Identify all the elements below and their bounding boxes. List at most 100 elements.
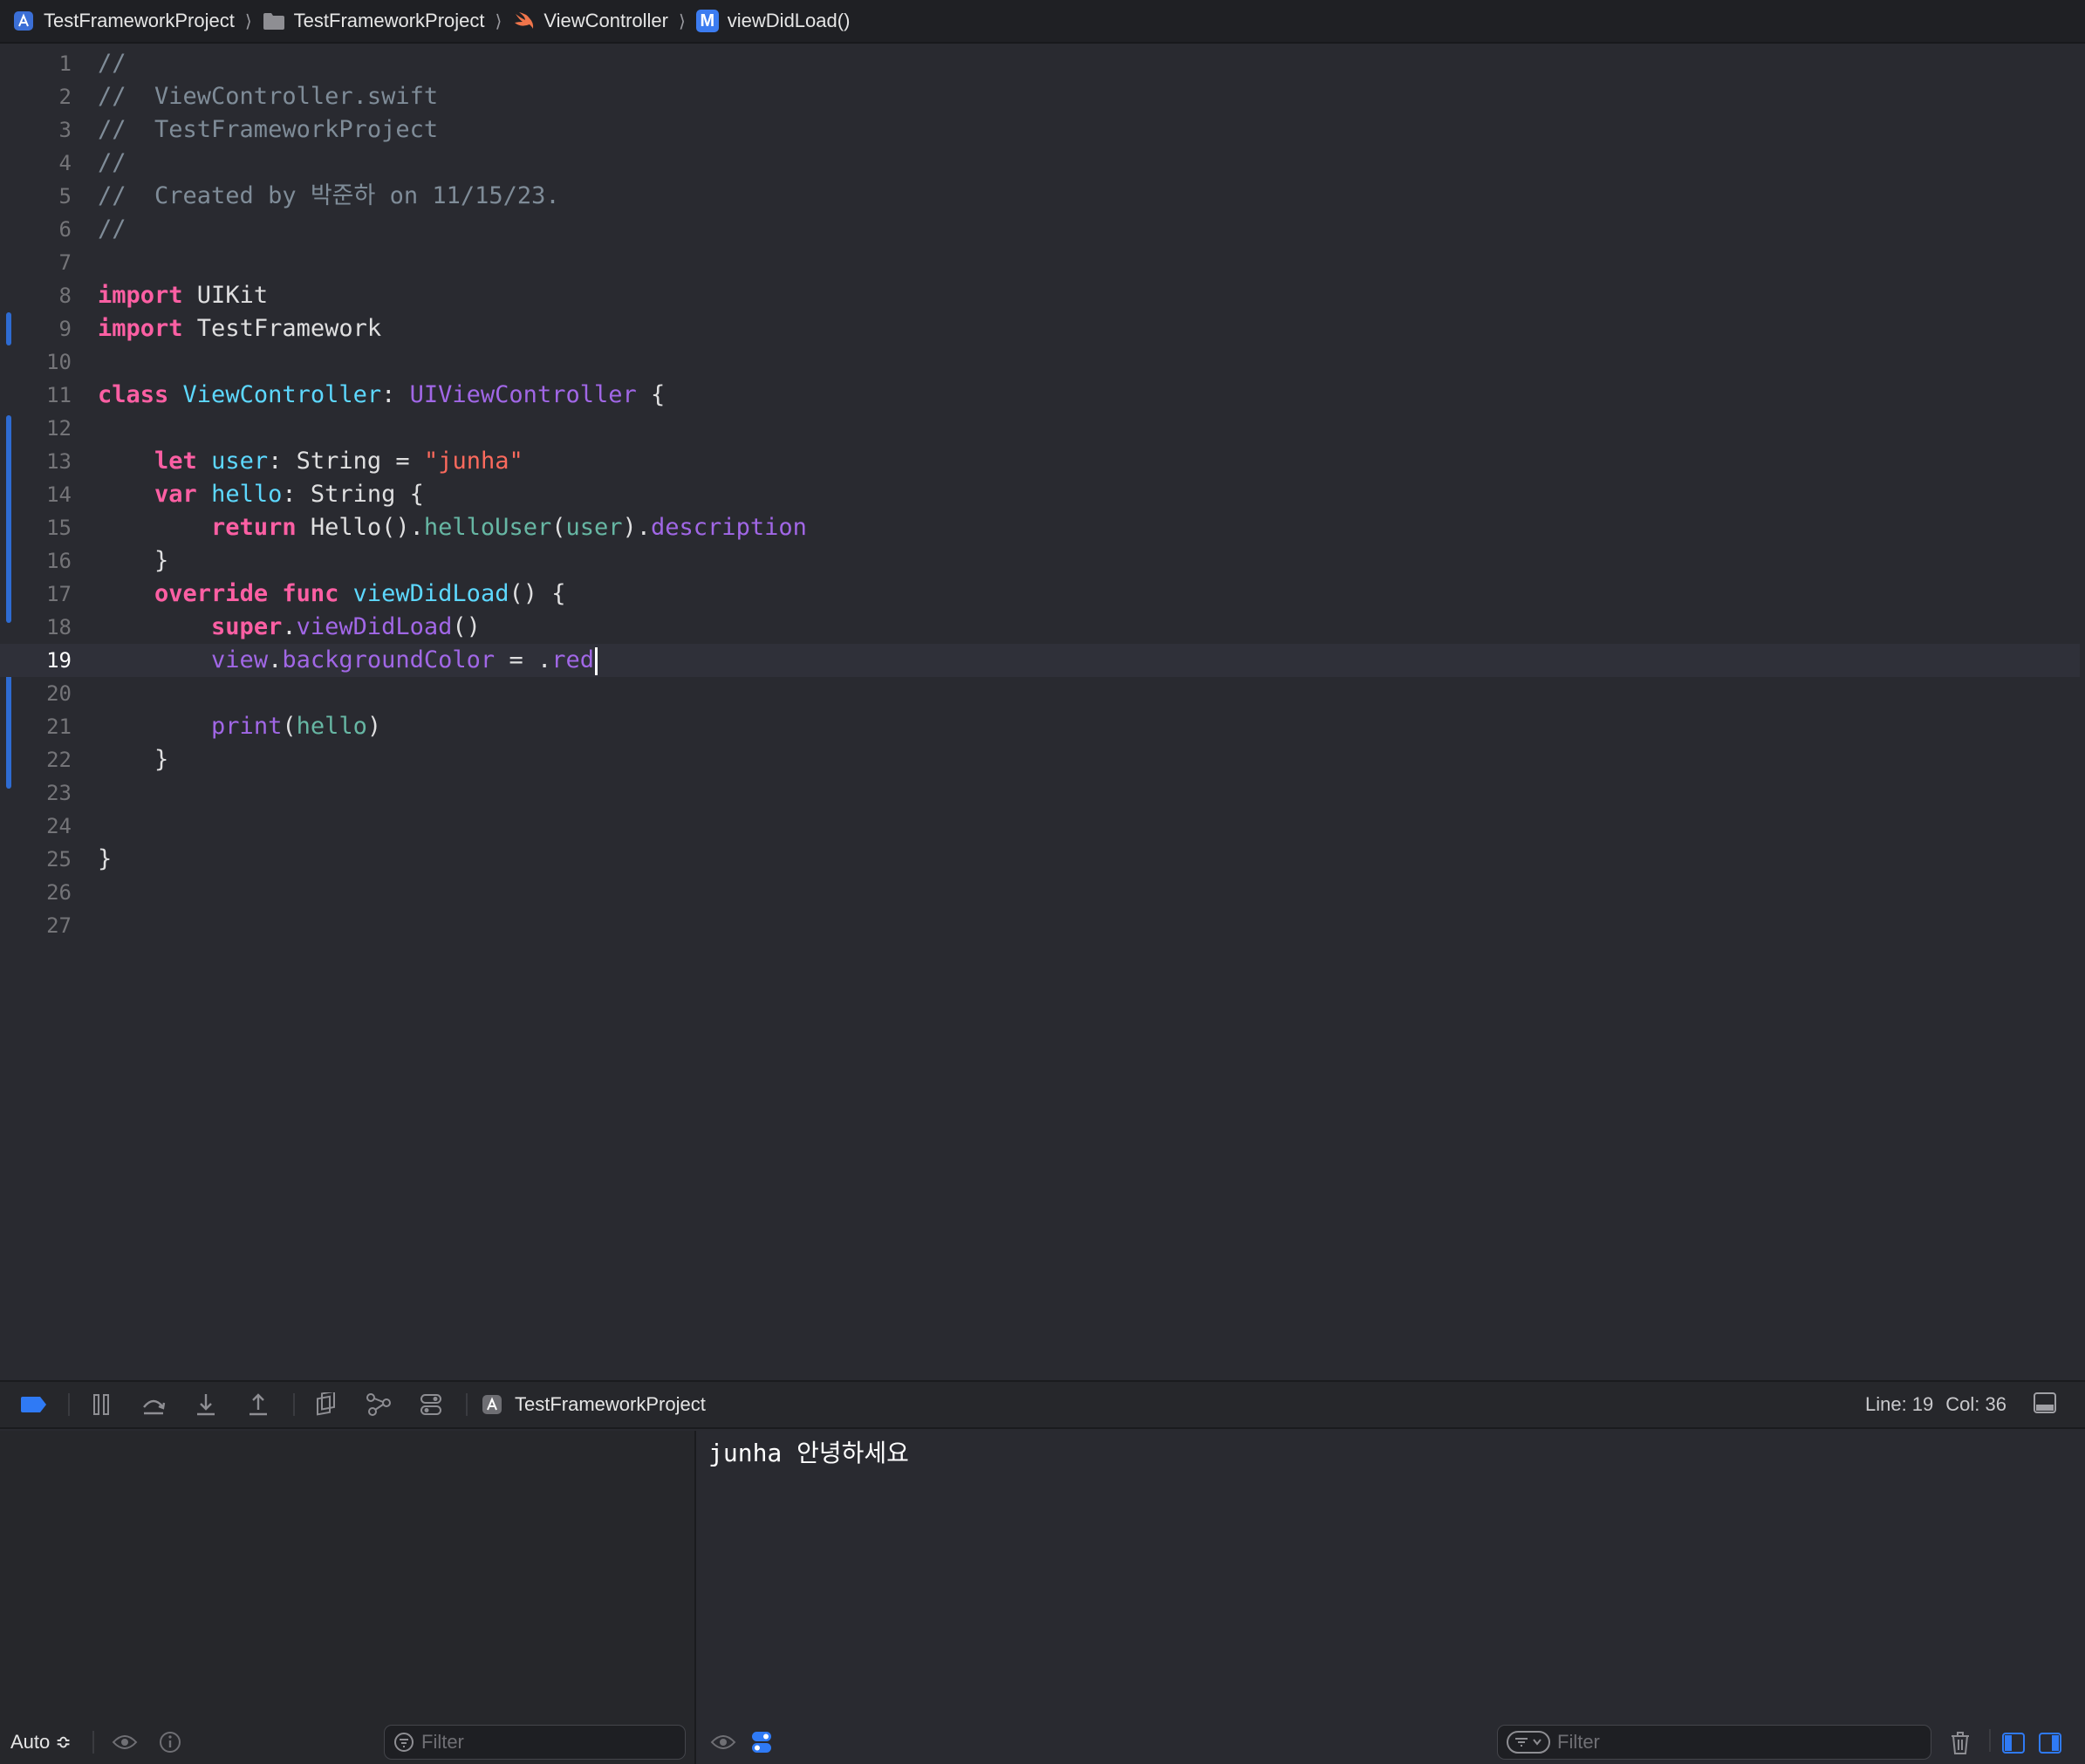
console-output[interactable]: junha 안녕하세요 <box>708 1434 909 1469</box>
console-output-toggle-icon[interactable] <box>750 1730 773 1754</box>
code-line[interactable]: 1 // <box>0 47 2080 80</box>
line-number: 11 <box>46 383 72 407</box>
line-number: 4 <box>58 151 72 175</box>
breadcrumb-file[interactable]: ViewController ⟩ <box>512 10 695 32</box>
keyword: override <box>154 580 269 607</box>
info-icon[interactable] <box>159 1731 181 1754</box>
line-number: 23 <box>46 781 72 805</box>
line-number: 9 <box>58 317 72 341</box>
keyword: class <box>98 381 169 408</box>
line-number: 20 <box>46 681 72 706</box>
debug-bar: TestFrameworkProject Line: 19 Col: 36 <box>0 1380 2085 1429</box>
show-variables-view-icon[interactable] <box>2001 1731 2026 1755</box>
code-line[interactable]: 7 <box>0 246 2080 279</box>
code-line[interactable]: 6 // <box>0 213 2080 246</box>
step-out-icon[interactable] <box>241 1387 276 1422</box>
punctuation: . <box>268 646 283 673</box>
code-line[interactable]: 26 <box>0 876 2080 909</box>
code-line[interactable]: 17 override func viewDidLoad() { <box>0 578 2080 611</box>
memory-graph-icon[interactable] <box>361 1387 396 1422</box>
code-line[interactable]: 25} <box>0 843 2080 876</box>
console-view[interactable]: junha 안녕하세요 Filter <box>696 1431 2085 1764</box>
code-line[interactable]: 12 <box>0 412 2080 445</box>
type-name: String <box>310 481 396 508</box>
pause-icon[interactable] <box>84 1387 119 1422</box>
code-line[interactable]: 23 <box>0 776 2080 810</box>
breadcrumb-label: TestFrameworkProject <box>44 10 235 31</box>
code-line[interactable]: 21 print(hello) <box>0 710 2080 743</box>
column-indicator: Col: 36 <box>1945 1393 2006 1415</box>
breadcrumb-label: viewDidLoad() <box>727 10 851 31</box>
punctuation: { <box>395 481 424 508</box>
code-line[interactable]: 13 let user: String = "junha" <box>0 445 2080 478</box>
code-line[interactable]: 15 return Hello().helloUser(user).descri… <box>0 511 2080 544</box>
code-line[interactable]: 5 // Created by 박준하 on 11/15/23. <box>0 180 2080 213</box>
filter-icon <box>393 1732 414 1753</box>
filter-options-icon[interactable] <box>1507 1731 1550 1754</box>
process-name: TestFrameworkProject <box>515 1393 706 1415</box>
module-name: TestFramework <box>182 315 382 342</box>
property-name: hello <box>211 481 283 508</box>
show-console-view-icon[interactable] <box>2038 1731 2062 1755</box>
code-line-current[interactable]: 19 view.backgroundColor = .red <box>0 644 2080 677</box>
line-number: 15 <box>46 516 72 540</box>
code-line[interactable]: 16 } <box>0 544 2080 578</box>
method-call: viewDidLoad <box>296 613 453 640</box>
breadcrumb-method[interactable]: M viewDidLoad() <box>695 10 851 32</box>
source-editor[interactable]: 1 // 2 // ViewController.swift 3 // TestFra… <box>0 45 2085 1378</box>
console-filter-field[interactable]: Filter <box>1497 1725 1931 1760</box>
argument: hello <box>296 713 367 740</box>
line-number: 7 <box>58 250 72 275</box>
toggle-debug-area-icon[interactable] <box>2033 1391 2059 1417</box>
keyword: func <box>282 580 339 607</box>
chevron-right-icon: ⟩ <box>678 11 686 31</box>
divider <box>68 1393 70 1416</box>
app-icon <box>482 1394 502 1415</box>
keyword: import <box>98 315 183 342</box>
display-mode-selector[interactable]: Auto ≎ <box>10 1731 72 1754</box>
code-line[interactable]: 14 var hello: String { <box>0 478 2080 511</box>
code-line[interactable]: 4 // <box>0 147 2080 180</box>
jump-bar: TestFrameworkProject ⟩ TestFrameworkProj… <box>0 0 2085 44</box>
keyword: var <box>154 481 197 508</box>
line-number: 2 <box>58 85 72 109</box>
closing-brace: } <box>154 746 169 773</box>
punctuation: : <box>282 481 311 508</box>
expression: Hello(). <box>296 514 424 541</box>
code-line[interactable]: 10 <box>0 345 2080 379</box>
code-line[interactable]: 27 <box>0 909 2080 942</box>
punctuation: ( <box>551 514 566 541</box>
cursor-position: Line: 19 Col: 36 <box>1853 1382 2006 1427</box>
breakpoints-toggle-icon[interactable] <box>16 1387 51 1422</box>
code-line[interactable]: 2 // ViewController.swift <box>0 80 2080 113</box>
environment-overrides-icon[interactable] <box>414 1387 448 1422</box>
eye-icon[interactable] <box>710 1733 736 1751</box>
breadcrumb-project[interactable]: TestFrameworkProject ⟩ <box>12 10 263 32</box>
variables-filter-field[interactable]: Filter <box>384 1725 686 1760</box>
filter-placeholder: Filter <box>1557 1731 1600 1753</box>
code-line[interactable]: 3 // TestFrameworkProject <box>0 113 2080 147</box>
line-number: 3 <box>58 118 72 142</box>
operator: = <box>381 448 424 475</box>
line-number: 26 <box>46 880 72 905</box>
code-line[interactable]: 18 super.viewDidLoad() <box>0 611 2080 644</box>
line-number: 18 <box>46 615 72 639</box>
step-into-icon[interactable] <box>188 1387 223 1422</box>
process-selector[interactable]: TestFrameworkProject <box>482 1393 706 1416</box>
code-line[interactable]: 22 } <box>0 743 2080 776</box>
trash-icon[interactable] <box>1950 1731 1971 1755</box>
line-number: 14 <box>46 482 72 507</box>
code-line[interactable]: 20 <box>0 677 2080 710</box>
property-access: backgroundColor <box>282 646 496 673</box>
code-line[interactable]: 9 import TestFramework <box>0 312 2080 345</box>
line-number: 1 <box>58 51 72 76</box>
breadcrumb-group[interactable]: TestFrameworkProject ⟩ <box>263 10 513 32</box>
step-over-icon[interactable] <box>136 1387 171 1422</box>
code-line[interactable]: 11 class ViewController: UIViewController… <box>0 379 2080 412</box>
variables-view[interactable]: Auto ≎ Filter <box>0 1431 696 1764</box>
code-line[interactable]: 24 <box>0 810 2080 843</box>
punctuation: ( <box>282 713 297 740</box>
view-hierarchy-icon[interactable] <box>309 1387 344 1422</box>
eye-icon[interactable] <box>112 1733 138 1751</box>
code-line[interactable]: 8 import UIKit <box>0 279 2080 312</box>
